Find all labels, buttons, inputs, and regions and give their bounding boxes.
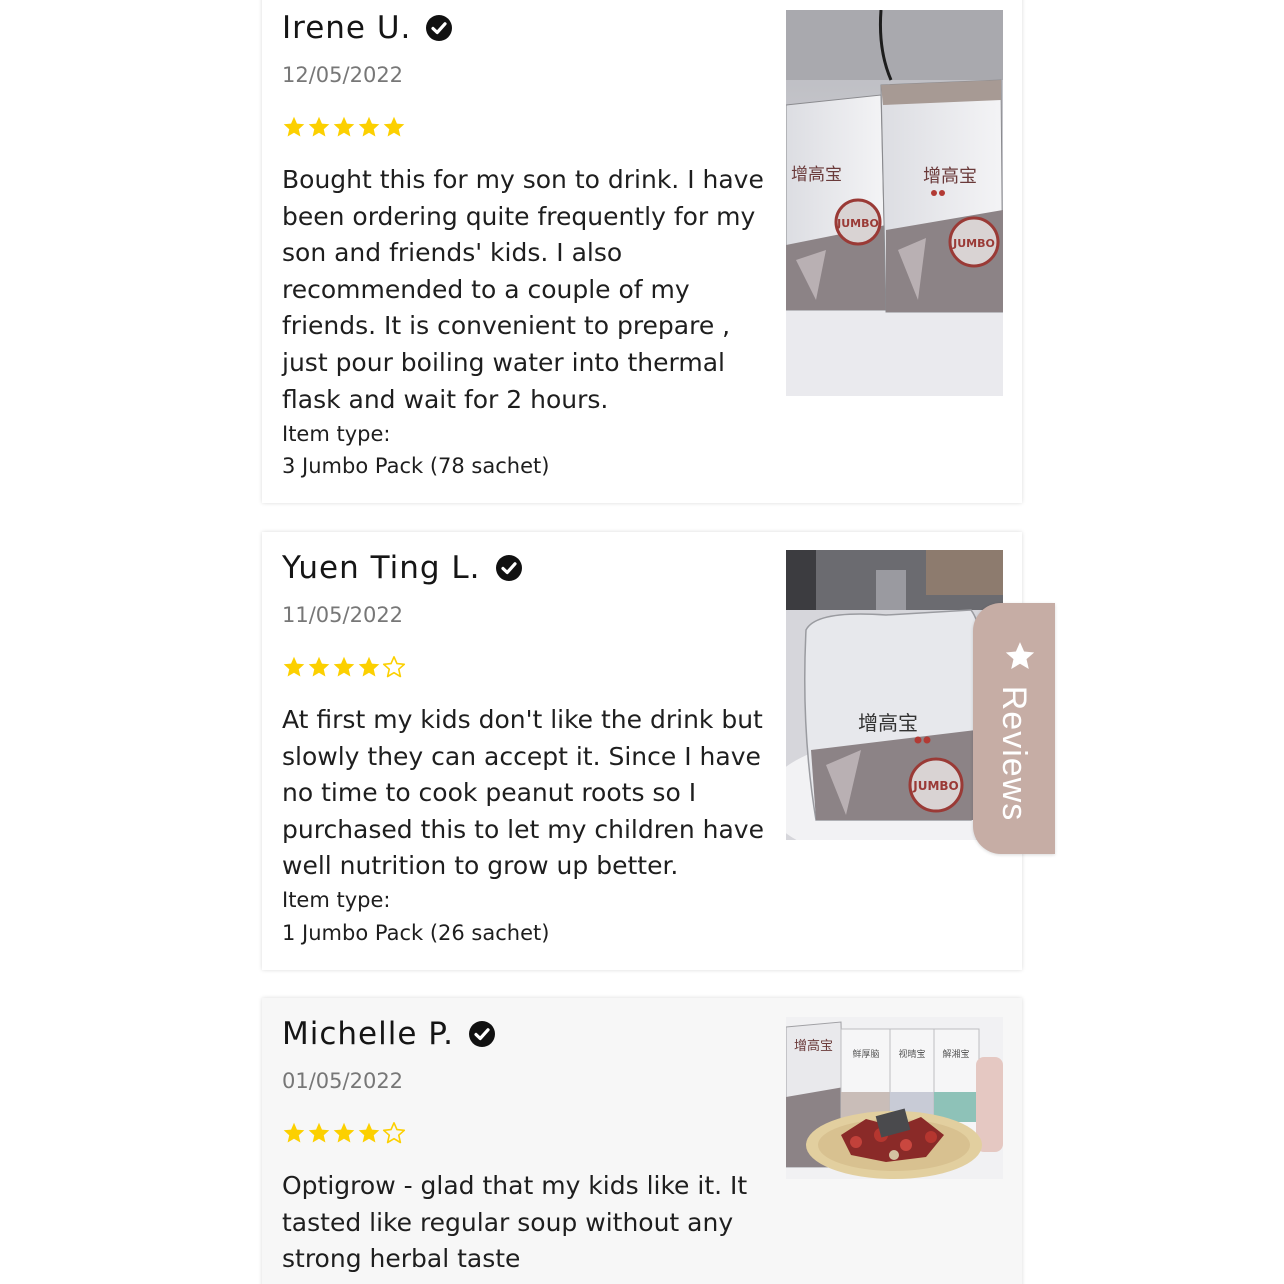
svg-text:增高宝: 增高宝 [858, 711, 918, 735]
star-filled-icon [283, 116, 305, 137]
review-photo[interactable]: JUMBO 增高宝 [786, 550, 1003, 840]
reviewer-name: Michelle P. [282, 1016, 454, 1052]
svg-text:视晴宝: 视晴宝 [898, 1048, 925, 1060]
review-date: 11/05/2022 [282, 603, 404, 627]
verified-check-icon [426, 15, 453, 41]
star-rating [282, 655, 406, 679]
review-text: Optigrow - glad that my kids like it. It… [282, 1171, 748, 1274]
review-text: At first my kids don't like the drink bu… [282, 705, 764, 881]
review-photo[interactable]: 增高宝 鲜厚脑 视晴宝 解湘宝 [786, 1017, 1003, 1179]
reviews-page: Irene U. 12/05/2022 Bought this for my s… [0, 0, 1284, 1284]
review-date: 01/05/2022 [282, 1069, 404, 1093]
svg-text:JUMBO: JUMBO [952, 237, 995, 250]
review-photo[interactable]: JUMBO 增高宝 JUMBO 增高宝 [786, 10, 1003, 396]
verified-check-icon [469, 1021, 495, 1047]
star-rating [282, 1121, 406, 1145]
item-type-value: 3 Jumbo Pack (78 sachet) [282, 454, 550, 478]
star-filled-icon [283, 1122, 305, 1143]
item-type-value: 1 Jumbo Pack (26 sachet) [282, 921, 550, 945]
star-filled-icon [283, 656, 305, 677]
star-empty-icon [382, 1122, 406, 1144]
reviews-tab-button[interactable]: Reviews [973, 603, 1055, 854]
star-filled-icon [383, 116, 405, 137]
product-photo-image: JUMBO 增高宝 JUMBO 增高宝 [786, 10, 1003, 396]
item-type-label: Item type: [282, 888, 391, 912]
svg-text:增高宝: 增高宝 [794, 1038, 833, 1054]
star-filled-icon [358, 1122, 380, 1143]
star-filled-icon [308, 656, 330, 677]
product-photo-image: JUMBO 增高宝 [786, 550, 1003, 840]
verified-check-icon [495, 555, 522, 581]
star-filled-icon [358, 656, 380, 677]
star-filled-icon [358, 116, 380, 137]
review-card: Irene U. 12/05/2022 Bought this for my s… [262, 0, 1022, 503]
svg-text:增高宝: 增高宝 [791, 165, 842, 185]
star-filled-icon [308, 116, 330, 137]
reviewer-row: Yuen Ting L. [282, 550, 523, 586]
star-icon [1005, 642, 1035, 670]
svg-text:JUMBO: JUMBO [912, 779, 959, 793]
reviewer-name: Yuen Ting L. [282, 550, 481, 586]
svg-text:JUMBO: JUMBO [836, 217, 879, 230]
item-type-label: Item type: [282, 422, 391, 446]
review-date: 12/05/2022 [282, 63, 404, 87]
review-card: Michelle P. 01/05/2022 Optigrow - glad t… [262, 998, 1022, 1284]
reviewer-row: Irene U. [282, 10, 453, 46]
star-filled-icon [308, 1122, 330, 1143]
star-filled-icon [333, 656, 355, 677]
reviews-tab-label: Reviews [995, 685, 1034, 821]
reviewer-name: Irene U. [282, 10, 412, 46]
star-filled-icon [333, 116, 355, 137]
svg-text:鲜厚脑: 鲜厚脑 [852, 1048, 879, 1060]
star-filled-icon [333, 1122, 355, 1143]
product-photo-image: 增高宝 鲜厚脑 视晴宝 解湘宝 [786, 1017, 1003, 1179]
review-text: Bought this for my son to drink. I have … [282, 165, 764, 414]
svg-text:解湘宝: 解湘宝 [942, 1048, 969, 1060]
reviewer-row: Michelle P. [282, 1016, 496, 1052]
star-rating [282, 115, 406, 139]
svg-text:增高宝: 增高宝 [923, 166, 977, 187]
star-empty-icon [382, 656, 406, 678]
review-card: Yuen Ting L. 11/05/2022 At first my kids… [262, 532, 1022, 970]
